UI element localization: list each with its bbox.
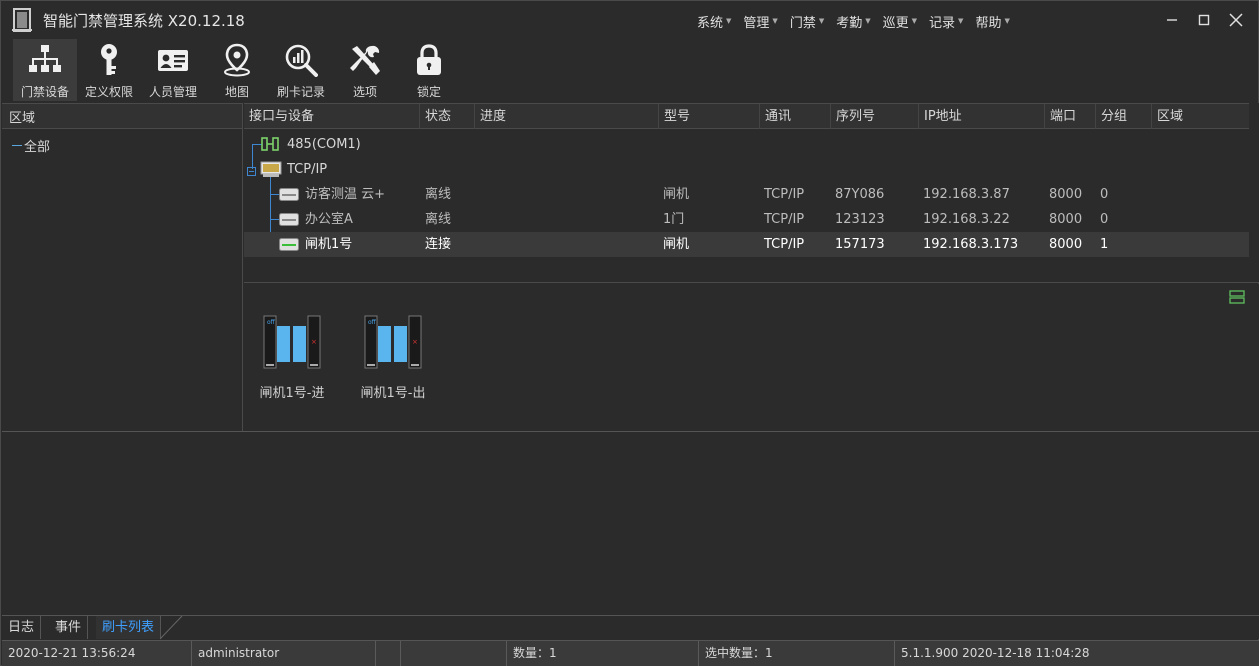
app-window: 智能门禁管理系统 X20.12.18 系统 ▼ 管理 ▼ 门禁 ▼ 考勤 ▼ 巡更 ▼ 记… bbox=[0, 0, 1259, 666]
collapse-toggle-icon[interactable] bbox=[247, 165, 256, 180]
tree-group-label: TCP/IP bbox=[287, 162, 328, 177]
swipe-list-area bbox=[2, 432, 1259, 615]
grid-header: 接口与设备 状态 进度 型号 通讯 序列号 IP地址 端口 分组 区域 bbox=[244, 103, 1249, 129]
network-switch-icon bbox=[260, 161, 282, 182]
tab-events[interactable]: 事件 bbox=[49, 616, 89, 639]
controller-device-online-icon bbox=[279, 238, 299, 255]
door-item-gate-in[interactable]: off × 闸机1号-进 bbox=[247, 314, 337, 401]
chevron-down-icon: ▼ bbox=[911, 17, 918, 25]
door-item-gate-out[interactable]: off × 闸机1号-出 bbox=[348, 314, 438, 401]
status-version: 5.1.1.900 2020-12-18 11:04:28 bbox=[901, 646, 1090, 660]
menu-bar: 系统 ▼ 管理 ▼ 门禁 ▼ 考勤 ▼ 巡更 ▼ 记录 ▼ 帮助 ▼ bbox=[691, 12, 1016, 31]
maximize-icon bbox=[1198, 14, 1210, 26]
bottom-tabs: 日志 事件 刷卡列表 bbox=[2, 615, 1259, 640]
map-pin-icon bbox=[219, 42, 255, 78]
column-header-area[interactable]: 区域 bbox=[1152, 104, 1249, 129]
tab-swipe-list[interactable]: 刷卡列表 bbox=[96, 616, 162, 639]
status-count: 数量：1 bbox=[507, 641, 699, 666]
main-toolbar: 门禁设备 定义权限 人员管理 地图 刷卡记录 选项 锁定 bbox=[13, 39, 461, 101]
minimize-icon bbox=[1167, 19, 1177, 21]
window-controls bbox=[1156, 7, 1252, 33]
lock-icon bbox=[411, 42, 447, 78]
chevron-down-icon: ▼ bbox=[865, 17, 871, 25]
table-row-selected[interactable]: 闸机1号 连接 闸机 TCP/IP 157173 192.168.3.173 8… bbox=[244, 232, 1249, 257]
column-header-ip[interactable]: IP地址 bbox=[919, 104, 1045, 129]
table-row[interactable]: 访客测温 云+ 离线 闸机 TCP/IP 87Y086 192.168.3.87… bbox=[244, 182, 1249, 207]
turnstile-gate-icon: off × bbox=[363, 314, 423, 374]
device-grid: 接口与设备 状态 进度 型号 通讯 序列号 IP地址 端口 分组 区域 485(… bbox=[244, 103, 1259, 283]
area-pane-header: 区域 bbox=[2, 103, 242, 129]
chevron-down-icon: ▼ bbox=[818, 17, 825, 25]
column-header-serial[interactable]: 序列号 bbox=[831, 104, 919, 129]
toolbar-map[interactable]: 地图 bbox=[205, 39, 269, 101]
menu-help[interactable]: 帮助 ▼ bbox=[969, 12, 1015, 31]
menu-attendance[interactable]: 考勤 ▼ bbox=[830, 12, 876, 31]
chevron-down-icon: ▼ bbox=[772, 17, 778, 25]
status-empty bbox=[401, 641, 507, 666]
svg-text:×: × bbox=[412, 338, 418, 346]
door-panel: off × 闸机1号-进 off × 闸机1号-出 bbox=[244, 284, 1259, 431]
chart-search-icon bbox=[283, 42, 319, 78]
toolbar-define-permissions[interactable]: 定义权限 bbox=[77, 39, 141, 101]
window-title: 智能门禁管理系统 X20.12.18 bbox=[43, 12, 245, 30]
svg-text:off: off bbox=[267, 319, 276, 326]
close-icon bbox=[1229, 13, 1243, 27]
menu-patrol[interactable]: 巡更 ▼ bbox=[877, 12, 923, 31]
menu-records[interactable]: 记录 ▼ bbox=[923, 12, 969, 31]
tab-log[interactable]: 日志 bbox=[2, 616, 42, 639]
status-bar: 2020-12-21 13:56:24 administrator 数量：1 选… bbox=[2, 640, 1259, 666]
tree-group-com[interactable]: 485(COM1) bbox=[244, 132, 1249, 157]
layout-toggle-icon[interactable] bbox=[1229, 289, 1245, 305]
area-pane: 区域 全部 bbox=[2, 103, 243, 431]
key-icon bbox=[91, 42, 127, 78]
maximize-button[interactable] bbox=[1188, 7, 1220, 33]
id-card-icon bbox=[155, 42, 191, 78]
menu-manage[interactable]: 管理 ▼ bbox=[737, 12, 783, 31]
chevron-down-icon: ▼ bbox=[958, 17, 964, 25]
menu-access[interactable]: 门禁 ▼ bbox=[784, 12, 830, 31]
toolbar-personnel[interactable]: 人员管理 bbox=[141, 39, 205, 101]
column-header-group[interactable]: 分组 bbox=[1096, 104, 1152, 129]
controller-device-icon bbox=[279, 188, 299, 205]
status-datetime: 2020-12-21 13:56:24 bbox=[2, 641, 192, 666]
column-header-port[interactable]: 端口 bbox=[1045, 104, 1096, 129]
chevron-down-icon: ▼ bbox=[726, 17, 732, 25]
column-header-status[interactable]: 状态 bbox=[420, 104, 475, 129]
column-header-model[interactable]: 型号 bbox=[659, 104, 760, 129]
tree-group-label: 485(COM1) bbox=[287, 137, 361, 152]
svg-text:×: × bbox=[311, 338, 317, 346]
status-badge: 连接 bbox=[425, 237, 452, 252]
toolbar-swipe-records[interactable]: 刷卡记录 bbox=[269, 39, 333, 101]
column-header-progress[interactable]: 进度 bbox=[475, 104, 659, 129]
status-empty bbox=[376, 641, 401, 666]
tools-icon bbox=[347, 42, 383, 78]
status-selected-count: 选中数量：1 bbox=[699, 641, 895, 666]
chevron-down-icon: ▼ bbox=[1004, 17, 1010, 25]
title-bar: 智能门禁管理系统 X20.12.18 系统 ▼ 管理 ▼ 门禁 ▼ 考勤 ▼ 巡更 ▼ 记… bbox=[1, 1, 1258, 37]
toolbar-options[interactable]: 选项 bbox=[333, 39, 397, 101]
network-tree-icon bbox=[27, 42, 63, 78]
svg-text:off: off bbox=[368, 319, 377, 326]
serial-port-icon bbox=[261, 136, 281, 156]
tree-connector bbox=[12, 145, 22, 146]
table-row[interactable]: 办公室A 离线 1门 TCP/IP 123123 192.168.3.22 80… bbox=[244, 207, 1249, 232]
column-header-device[interactable]: 接口与设备 bbox=[244, 104, 420, 129]
area-tree-item-all[interactable]: 全部 bbox=[12, 136, 50, 155]
controller-device-icon bbox=[279, 213, 299, 230]
menu-system[interactable]: 系统 ▼ bbox=[691, 12, 737, 31]
toolbar-access-devices[interactable]: 门禁设备 bbox=[13, 39, 77, 101]
turnstile-gate-icon: off × bbox=[262, 314, 322, 374]
toolbar-lock[interactable]: 锁定 bbox=[397, 39, 461, 101]
minimize-button[interactable] bbox=[1156, 7, 1188, 33]
close-button[interactable] bbox=[1220, 7, 1252, 33]
tree-group-tcpip[interactable]: TCP/IP bbox=[244, 157, 1249, 182]
status-user: administrator bbox=[192, 641, 376, 666]
column-header-comm[interactable]: 通讯 bbox=[760, 104, 831, 129]
door-app-icon bbox=[12, 8, 32, 32]
